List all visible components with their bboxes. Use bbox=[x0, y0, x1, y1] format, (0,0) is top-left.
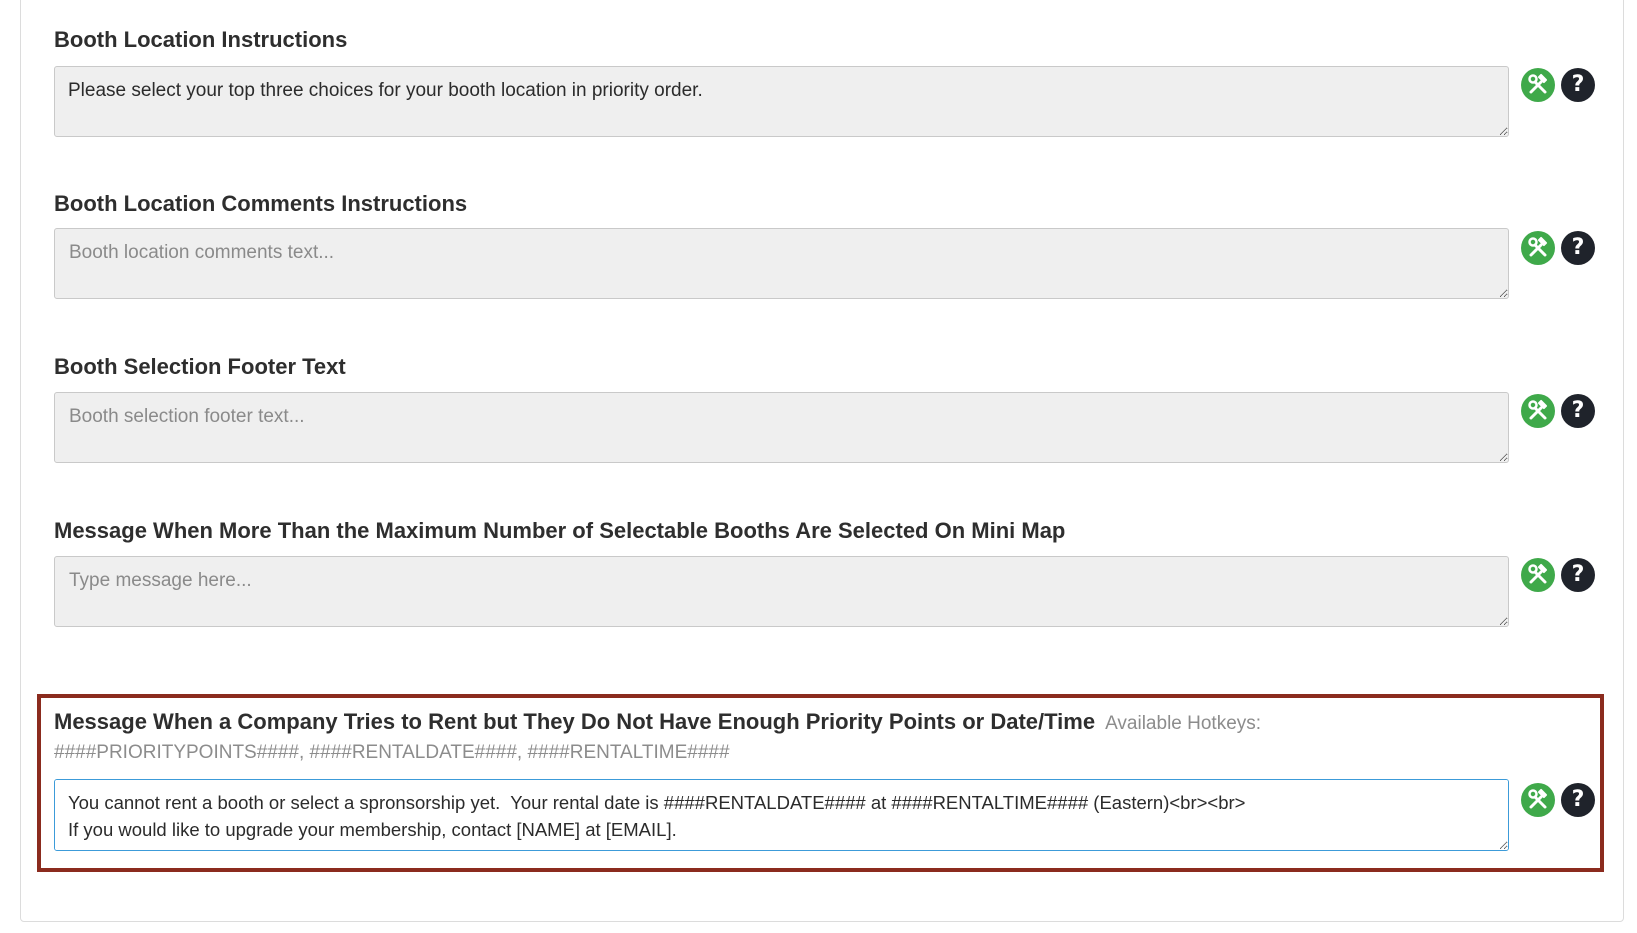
field-label: Message When More Than the Maximum Numbe… bbox=[54, 518, 1066, 543]
tools-button[interactable] bbox=[1521, 68, 1555, 102]
help-button[interactable]: ? bbox=[1561, 558, 1595, 592]
question-mark-icon: ? bbox=[1571, 787, 1585, 812]
booth-selection-footer-input[interactable] bbox=[54, 392, 1509, 463]
hotkeys-list: ####PRIORITYPOINTS####, ####RENTALDATE##… bbox=[54, 742, 730, 763]
tools-button[interactable] bbox=[1521, 783, 1555, 817]
max-booths-message-input[interactable] bbox=[54, 556, 1509, 627]
question-mark-icon: ? bbox=[1571, 562, 1585, 587]
tools-button[interactable] bbox=[1521, 394, 1555, 428]
hammer-wrench-icon bbox=[1528, 399, 1548, 420]
hammer-wrench-icon bbox=[1528, 73, 1548, 94]
insufficient-priority-message-input[interactable]: You cannot rent a booth or select a spro… bbox=[54, 779, 1509, 851]
booth-location-comments-input[interactable] bbox=[54, 228, 1509, 299]
hammer-wrench-icon bbox=[1528, 788, 1548, 809]
hotkeys-label: Available Hotkeys: bbox=[1105, 713, 1262, 734]
field-label: Booth Selection Footer Text bbox=[54, 354, 346, 379]
field-label: Booth Location Instructions bbox=[54, 27, 348, 52]
question-mark-icon: ? bbox=[1571, 72, 1585, 97]
question-mark-icon: ? bbox=[1571, 235, 1585, 260]
tools-button[interactable] bbox=[1521, 558, 1555, 592]
booth-location-instructions-input[interactable]: Please select your top three choices for… bbox=[54, 66, 1509, 137]
help-button[interactable]: ? bbox=[1561, 231, 1595, 265]
help-button[interactable]: ? bbox=[1561, 783, 1595, 817]
tools-button[interactable] bbox=[1521, 231, 1555, 265]
hammer-wrench-icon bbox=[1528, 563, 1548, 584]
help-button[interactable]: ? bbox=[1561, 394, 1595, 428]
field-label: Booth Location Comments Instructions bbox=[54, 191, 468, 216]
field-label-text: Message When a Company Tries to Rent but… bbox=[54, 709, 1096, 734]
question-mark-icon: ? bbox=[1571, 398, 1585, 423]
hammer-wrench-icon bbox=[1528, 236, 1548, 257]
field-label: Message When a Company Tries to Rent but… bbox=[54, 709, 1261, 735]
help-button[interactable]: ? bbox=[1561, 68, 1595, 102]
